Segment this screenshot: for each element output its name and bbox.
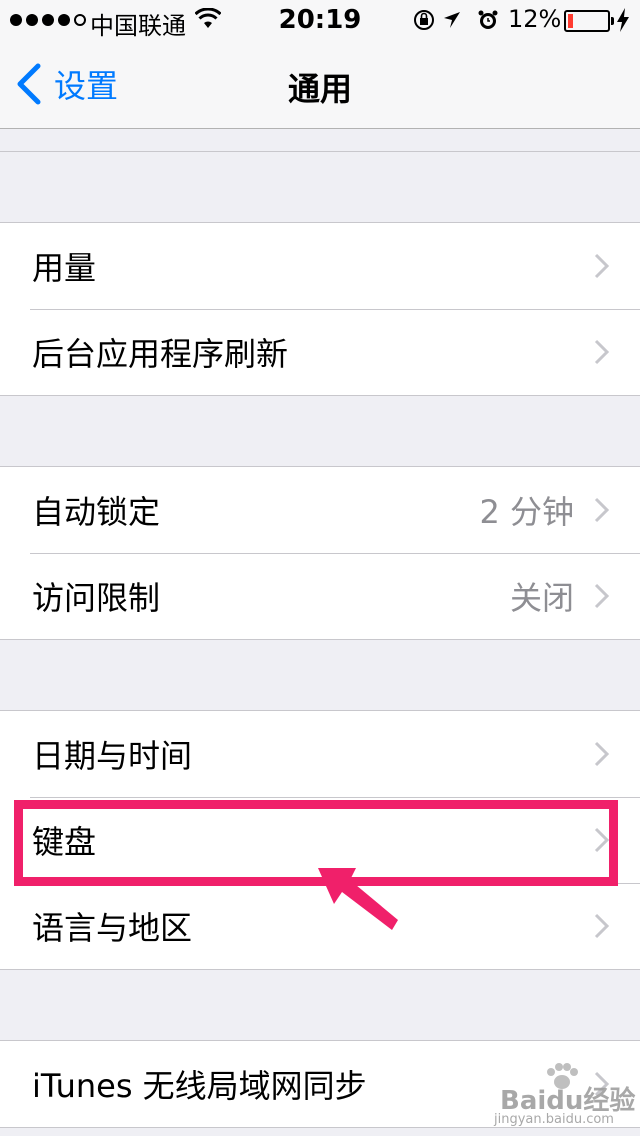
row-label: 语言与地区 <box>32 909 193 947</box>
row-label: 用量 <box>32 249 97 287</box>
chevron-right-icon <box>594 827 610 853</box>
settings-table: 用量 后台应用程序刷新 自动锁定 2 分钟 访问限制 关闭 日期与时间 键盘 语… <box>0 129 640 1128</box>
alarm-icon <box>478 10 498 29</box>
row-keyboard[interactable]: 键盘 <box>0 797 640 883</box>
navigation-bar: 设置 通用 <box>0 40 640 129</box>
chevron-right-icon <box>594 741 610 767</box>
chevron-right-icon <box>594 253 610 279</box>
orientation-lock-icon <box>414 10 434 30</box>
status-bar: 中国联通 20:19 12% <box>0 0 640 40</box>
charging-icon <box>617 8 629 32</box>
row-label: 日期与时间 <box>32 737 193 775</box>
page-title: 通用 <box>287 70 352 108</box>
row-label: 键盘 <box>32 823 97 861</box>
battery-level <box>568 14 573 28</box>
chevron-right-icon <box>594 339 610 365</box>
status-icons <box>414 10 498 30</box>
location-icon <box>444 12 460 28</box>
chevron-right-icon <box>594 1071 610 1097</box>
settings-group-itunes: iTunes 无线局域网同步 <box>0 1040 640 1128</box>
row-language-region[interactable]: 语言与地区 <box>0 883 640 969</box>
settings-group-lock: 自动锁定 2 分钟 访问限制 关闭 <box>0 466 640 640</box>
row-restrictions[interactable]: 访问限制 关闭 <box>0 553 640 639</box>
row-value: 2 分钟 <box>479 493 574 531</box>
battery-percent: 12% <box>508 5 562 33</box>
row-label: iTunes 无线局域网同步 <box>32 1067 367 1105</box>
chevron-right-icon <box>594 497 610 523</box>
chevron-right-icon <box>594 913 610 939</box>
section-header <box>0 151 640 222</box>
settings-group-usage: 用量 后台应用程序刷新 <box>0 222 640 396</box>
row-background-app-refresh[interactable]: 后台应用程序刷新 <box>0 309 640 395</box>
row-date-time[interactable]: 日期与时间 <box>0 711 640 797</box>
row-usage[interactable]: 用量 <box>0 223 640 309</box>
battery-icon <box>564 10 614 32</box>
row-auto-lock[interactable]: 自动锁定 2 分钟 <box>0 467 640 553</box>
row-label: 访问限制 <box>32 579 161 617</box>
row-label: 后台应用程序刷新 <box>32 335 289 373</box>
row-label: 自动锁定 <box>32 493 161 531</box>
settings-group-datetime: 日期与时间 键盘 语言与地区 <box>0 710 640 970</box>
row-itunes-wifi-sync[interactable]: iTunes 无线局域网同步 <box>0 1041 640 1127</box>
chevron-right-icon <box>594 583 610 609</box>
row-value: 关闭 <box>509 579 574 617</box>
